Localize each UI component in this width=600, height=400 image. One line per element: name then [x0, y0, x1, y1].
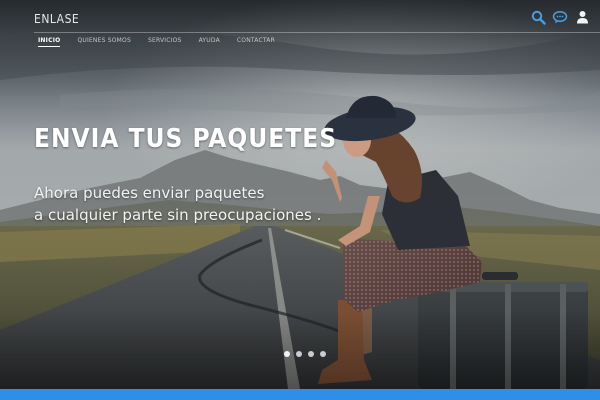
bottom-accent-bar [0, 389, 600, 400]
hero-subtitle: Ahora puedes enviar paquetes a cualquier… [34, 182, 321, 226]
slider-pagination [284, 351, 326, 357]
hero-subtitle-line-2: a cualquier parte sin preocupaciones . [34, 206, 322, 224]
nav-item-servicios[interactable]: SERVICIOS [144, 36, 185, 47]
header-divider [34, 32, 600, 33]
nav-item-contactar[interactable]: CONTACTAR [233, 36, 278, 47]
slider-dot-4[interactable] [320, 351, 326, 357]
nav-item-inicio[interactable]: INICIO [34, 36, 63, 47]
chat-icon[interactable] [552, 9, 568, 25]
slider-dot-2[interactable] [296, 351, 302, 357]
hero-subtitle-line-1: Ahora puedes enviar paquetes [34, 184, 265, 202]
nav-item-ayuda[interactable]: AYUDA [195, 36, 223, 47]
slider-dot-3[interactable] [308, 351, 314, 357]
site-logo[interactable]: ENLASE [34, 12, 79, 26]
main-nav: INICIO QUIENES SOMOS SERVICIOS AYUDA CON… [34, 36, 278, 47]
nav-item-quienes-somos[interactable]: QUIENES SOMOS [73, 36, 134, 47]
search-icon[interactable] [530, 9, 546, 25]
header-icons [530, 9, 590, 25]
page: ENLASE INICIO QUIENES SOMOS SERVICIOS AY… [0, 0, 600, 400]
slider-dot-1[interactable] [284, 351, 290, 357]
hero-title: ENVIA TUS PAQUETES [34, 124, 338, 154]
user-icon[interactable] [574, 9, 590, 25]
